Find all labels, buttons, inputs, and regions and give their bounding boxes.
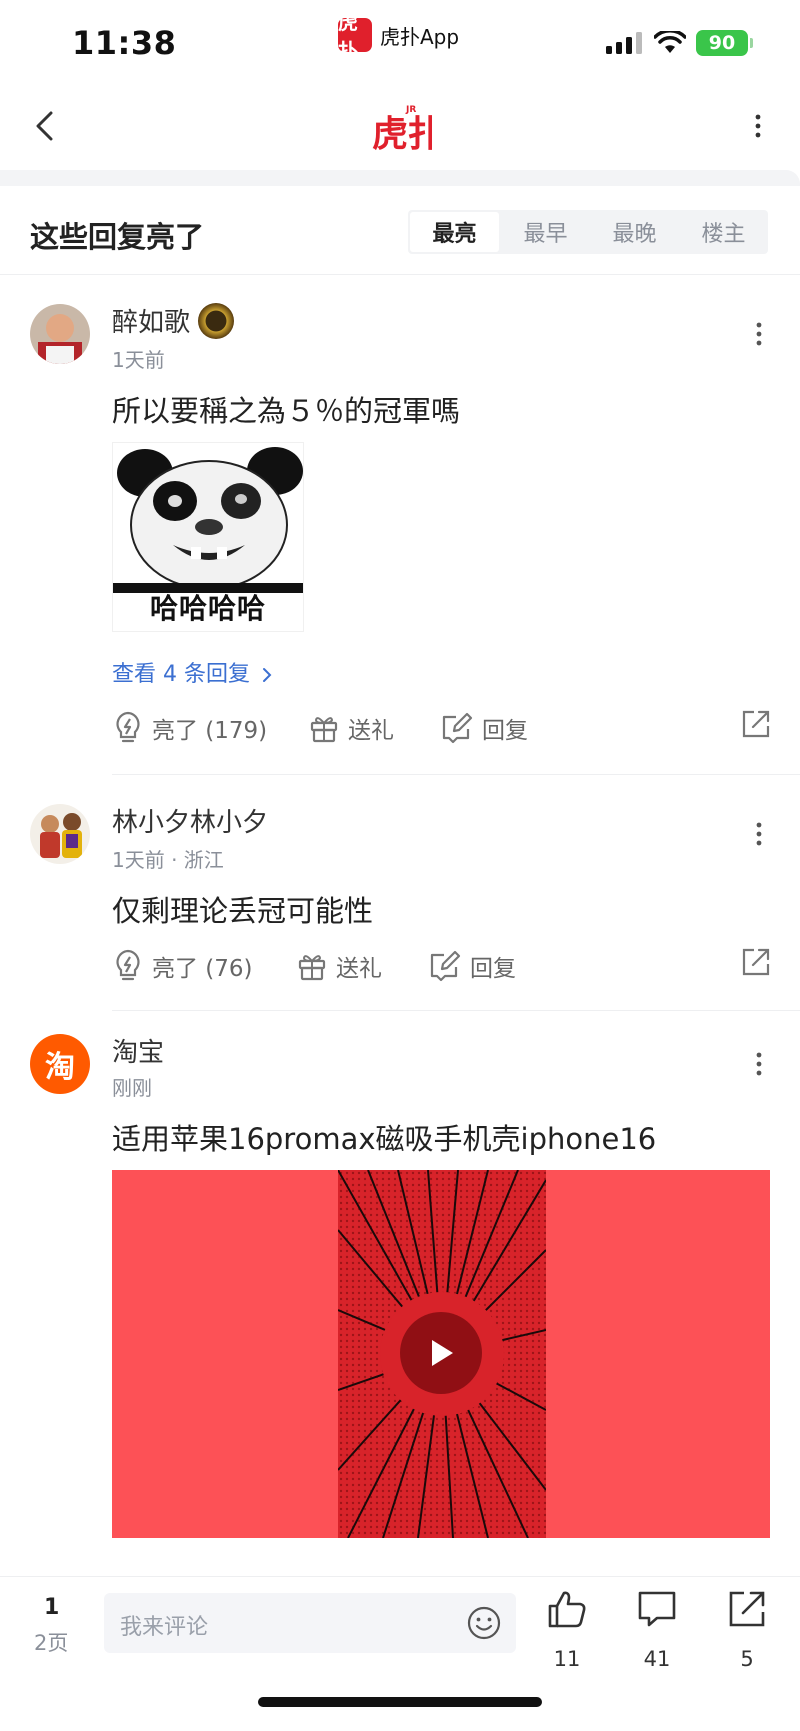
play-button[interactable] [400,1312,482,1394]
status-time: 11:38 [72,24,177,62]
chevron-left-icon [36,111,53,141]
advertiser-name[interactable]: 淘宝 [112,1032,164,1069]
comment-actions: 亮了 (179) 送礼 回复 [112,706,772,750]
comment-placeholder: 我来评论 [120,1615,209,1640]
play-icon [432,1340,453,1366]
like-count: 11 [553,1647,581,1671]
reply-button[interactable]: 回复 [428,944,516,988]
gift-icon [298,955,326,981]
comment-more-button[interactable] [744,812,774,856]
logo-text: 虎扑 [372,114,432,152]
share-icon [729,1591,765,1627]
sort-tabs: 最亮 最早 最晚 楼主 [408,210,768,254]
status-icons: 90 [606,30,753,56]
thumbs-up-icon [548,1591,586,1628]
comment-text: 所以要稱之為５％的冠軍嗎 [112,394,461,428]
view-replies-link[interactable]: 查看 4 条回复 [112,656,273,688]
panda-meme-image[interactable]: 哈哈哈哈 [112,442,304,632]
sort-tab-earliest[interactable]: 最早 [501,210,590,254]
battery-indicator: 90 [696,30,753,56]
share-button[interactable] [740,708,772,744]
sort-tab-op[interactable]: 楼主 [679,210,768,254]
vertical-dots-icon [755,114,761,138]
logo-badge: JR [405,105,416,115]
emoji-button[interactable] [466,1605,502,1645]
avatar[interactable] [30,304,90,364]
comment-count: 41 [643,1647,671,1671]
chevron-right-icon [262,668,272,682]
hupu-app-icon: 虎扑 [338,10,372,63]
source-app-name: 虎扑App [380,24,460,49]
share-icon [742,710,770,738]
vertical-dots-icon [756,322,762,346]
reply-button[interactable]: 回复 [440,706,528,750]
taobao-logo[interactable]: 淘 [30,1034,90,1094]
share-button[interactable] [740,946,772,982]
section-title: 这些回复亮了 [30,220,205,254]
bottom-bar: 1 2页 我来评论 11 41 5 [0,1576,800,1731]
comment-actions: 亮了 (76) 送礼 回复 [112,944,772,988]
ad-more-button[interactable] [744,1042,774,1086]
status-bar: 11:38 虎扑 虎扑App 90 [0,0,800,80]
comment-username[interactable]: 醉如歌 [112,302,235,342]
user-badge-icon [198,302,235,339]
comment-time-location: 1天前 · 浙江 [112,848,224,872]
meme-caption: 哈哈哈哈 [149,592,266,625]
hupu-logo: 虎扑 JR [368,102,444,155]
like-post-button[interactable]: 11 [532,1589,602,1679]
comment-text: 仅剩理论丢冠可能性 [112,894,374,928]
comment-more-button[interactable] [744,312,774,356]
edit-reply-icon [430,950,461,982]
vertical-dots-icon [756,1052,762,1076]
ad-time: 刚刚 [112,1076,152,1100]
edit-reply-icon [442,712,473,744]
divider [0,274,800,275]
comment-bubble-icon [638,1591,676,1627]
light-up-button[interactable]: 亮了 (76) [112,944,253,988]
comment-divider [112,774,800,775]
ad-video[interactable] [112,1170,770,1538]
nav-bar: 虎扑 JR [0,80,800,170]
highlighted-replies-header: 这些回复亮了 最亮 最早 最晚 楼主 [0,200,800,270]
sort-tab-latest[interactable]: 最晚 [590,210,679,254]
more-options-button[interactable] [736,104,780,148]
home-indicator [258,1697,542,1707]
vertical-dots-icon [756,822,762,846]
light-up-button[interactable]: 亮了 (179) [112,706,267,750]
total-pages: 2页 [34,1631,69,1655]
comment-username[interactable]: 林小夕林小夕 [112,802,268,839]
lightbulb-icon [116,949,140,981]
share-count: 5 [740,1647,754,1671]
gift-icon [310,717,338,743]
share-post-button[interactable]: 5 [712,1589,782,1679]
source-app-indicator[interactable]: 虎扑 虎扑App [338,10,460,63]
gift-button[interactable]: 送礼 [296,944,382,988]
back-button[interactable] [22,104,66,148]
emoji-icon [467,1606,501,1640]
cellular-signal-icon [606,32,642,54]
comment-time: 1天前 [112,348,165,372]
comment-divider [112,1010,800,1011]
wifi-icon [654,31,686,53]
current-page: 1 [44,1595,60,1620]
avatar[interactable] [30,804,90,864]
gift-button[interactable]: 送礼 [308,706,394,750]
comment-input[interactable]: 我来评论 [104,1593,516,1653]
comments-button[interactable]: 41 [622,1589,692,1679]
lightbulb-icon [116,711,140,743]
sort-tab-brightest[interactable]: 最亮 [410,212,499,252]
share-icon [742,948,770,976]
nav-divider [0,170,800,186]
ad-title[interactable]: 适用苹果16promax磁吸手机壳iphone16 [112,1116,656,1158]
